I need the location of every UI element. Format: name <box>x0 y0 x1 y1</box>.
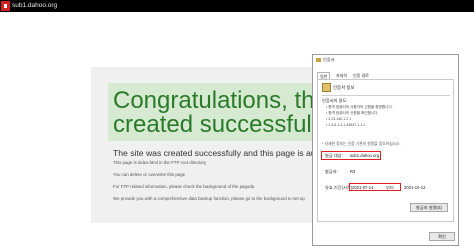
address-url[interactable]: sub1.dahoo.org <box>12 1 57 11</box>
ok-button[interactable]: 확인 <box>429 232 455 241</box>
bullet-item: You can delete or overwrite this page <box>113 172 186 177</box>
purpose-item: • 1.3.6.1.4.1.44947.1.1.1 <box>326 123 366 127</box>
headline-line-2: created successfully! <box>113 111 326 138</box>
cert-note: * 자세한 정보는 인증 기관의 설명을 참조하십시오. <box>322 142 401 146</box>
valid-to-label: 부터 <box>386 185 394 190</box>
valid-from-value: 2021-07-14 <box>352 185 374 190</box>
certificate-icon <box>316 58 321 62</box>
purpose-item: • 2.23.140.1.2.1 <box>326 117 352 121</box>
tab-general[interactable]: 일반 <box>317 72 331 79</box>
cert-info-header: 인증서 정보 <box>333 85 355 90</box>
purpose-label: 인증서의 용도: <box>322 98 348 103</box>
divider <box>322 95 450 96</box>
tab-details[interactable]: 자세히 <box>334 72 349 79</box>
dialog-title-bar: 인증서 <box>313 55 458 65</box>
success-message: The site was created successfully and th… <box>113 148 339 158</box>
valid-to-value: 2021-10-12 <box>404 185 426 190</box>
site-favicon-icon <box>1 1 10 11</box>
issued-to-value: sub1.dahoo.org <box>350 153 380 158</box>
success-banner: Congratulations, the sit created success… <box>108 83 326 141</box>
issued-by-value: R3 <box>350 169 356 174</box>
dialog-title: 인증서 <box>323 57 335 62</box>
bullet-item: We provide you with a comprehensive data… <box>113 196 305 201</box>
general-panel: 인증서 정보 인증서의 용도: • 원격 컴퓨터의 사용자의 신원을 증명합니다… <box>317 79 454 222</box>
issuer-statement-button[interactable]: 발급자 설명(S) <box>410 203 448 212</box>
certificate-dialog: 인증서 일반 자세히 인증 경로 인증서 정보 인증서의 용도: • 원격 컴퓨… <box>312 54 459 246</box>
issued-by-label: 발급자: <box>325 169 338 174</box>
tab-cert-path[interactable]: 인증 경로 <box>351 72 371 79</box>
purpose-item: • 원격 컴퓨터의 신원을 확인합니다. <box>326 111 379 115</box>
bullet-item: For FTP related information, please chec… <box>113 184 255 189</box>
bullet-item: This page is index.html in the FTP root … <box>113 160 207 165</box>
purpose-item: • 원격 컴퓨터의 사용자의 신원을 증명합니다. <box>326 105 393 109</box>
issued-to-label: 발급 대상: <box>325 153 343 158</box>
cert-info-icon <box>322 83 331 92</box>
browser-title-bar: sub1.dahoo.org <box>0 0 474 12</box>
